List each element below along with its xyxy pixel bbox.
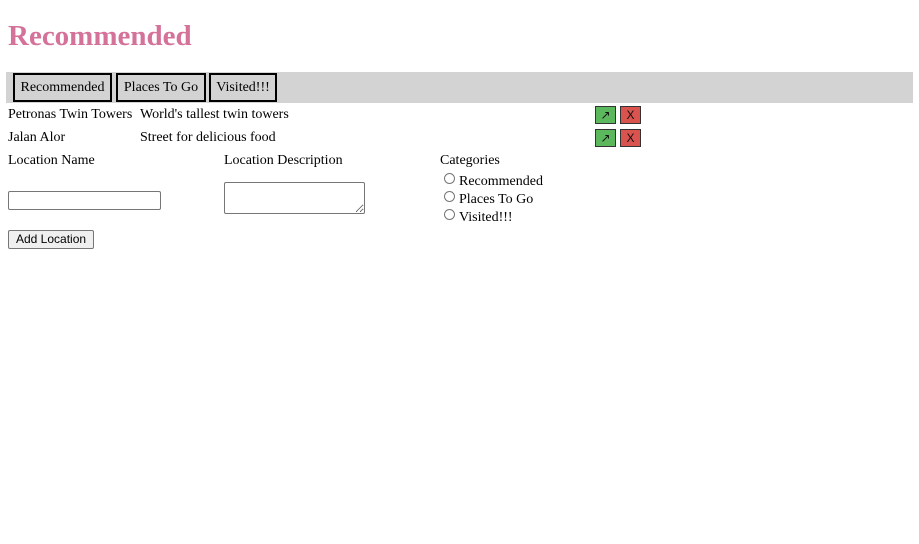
move-location-button[interactable]: ↗ [595, 106, 616, 124]
category-option-places-to-go[interactable]: Places To Go [444, 191, 533, 209]
radio-label: Places To Go [459, 192, 534, 207]
tab-visited[interactable]: Visited!!! [209, 73, 277, 102]
location-name: Jalan Alor [8, 130, 66, 145]
tab-places-to-go[interactable]: Places To Go [116, 73, 206, 102]
page-title: Recommended [8, 20, 192, 52]
delete-location-button[interactable]: X [620, 129, 641, 147]
radio-label: Visited!!! [459, 210, 513, 225]
radio-button[interactable] [444, 209, 455, 220]
categories-label: Categories [440, 153, 500, 168]
add-location-button[interactable]: Add Location [8, 230, 95, 249]
category-option-recommended[interactable]: Recommended [444, 173, 543, 191]
tab-recommended[interactable]: Recommended [13, 73, 112, 102]
list-item: Jalan Alor Street for delicious food ↗ X [8, 128, 668, 148]
location-description: Street for delicious food [140, 130, 276, 145]
location-name-label: Location Name [8, 153, 95, 168]
location-description-textarea[interactable] [224, 182, 365, 214]
page: Recommended Recommended Places To Go Vis… [0, 0, 919, 544]
radio-button[interactable] [444, 173, 455, 184]
radio-label: Recommended [459, 174, 543, 189]
location-name: Petronas Twin Towers [8, 107, 133, 122]
delete-location-button[interactable]: X [620, 106, 641, 124]
location-description: World's tallest twin towers [140, 107, 289, 122]
move-location-button[interactable]: ↗ [595, 129, 616, 147]
location-name-input[interactable] [8, 191, 161, 210]
location-description-label: Location Description [224, 153, 343, 168]
list-item: Petronas Twin Towers World's tallest twi… [8, 105, 668, 125]
category-option-visited[interactable]: Visited!!! [444, 209, 513, 227]
category-navbar: Recommended Places To Go Visited!!! [6, 72, 913, 103]
radio-button[interactable] [444, 191, 455, 202]
